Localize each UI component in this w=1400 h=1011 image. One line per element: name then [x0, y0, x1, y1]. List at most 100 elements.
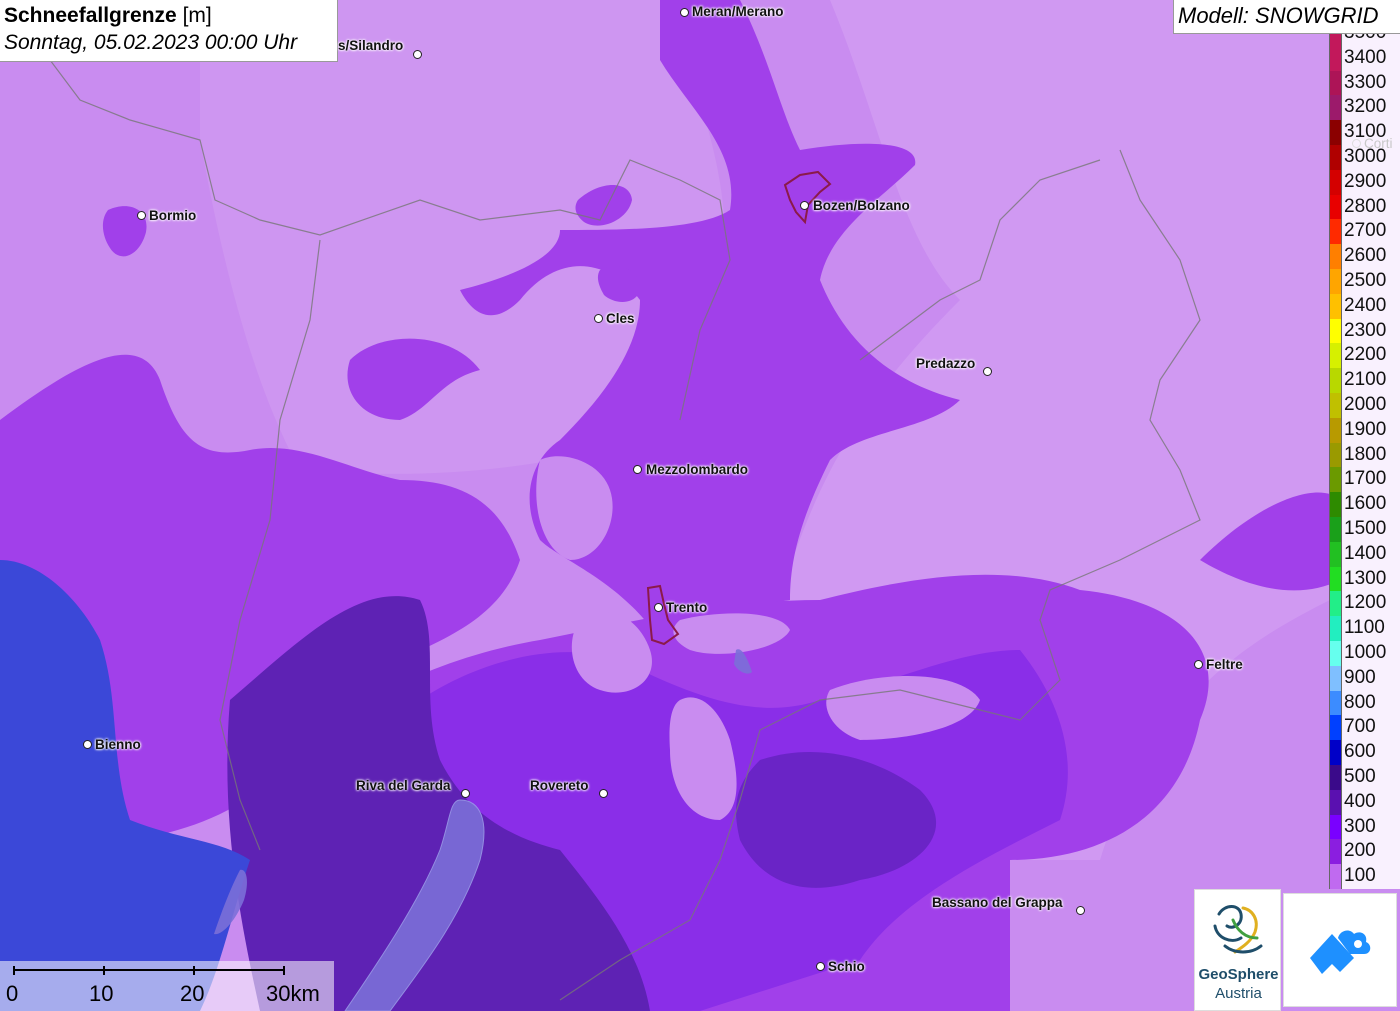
- legend-swatch-1000: [1329, 641, 1342, 666]
- legend-swatch-2600: [1329, 244, 1342, 269]
- legend-label-1000: 1000: [1344, 642, 1387, 663]
- city-marker-predazzo[interactable]: [983, 367, 992, 376]
- legend-swatch-1900: [1329, 417, 1342, 443]
- legend-row-500: 500: [1329, 765, 1400, 790]
- legend-label-200: 200: [1344, 840, 1376, 862]
- legend-swatch-1600: [1329, 492, 1342, 517]
- legend-swatch-1500: [1329, 517, 1342, 542]
- legend-swatch-300: [1329, 814, 1342, 840]
- city-label-rovereto: Rovereto: [530, 778, 589, 793]
- legend-swatch-600: [1329, 740, 1342, 765]
- legend-row-1500: 1500: [1329, 517, 1400, 542]
- legend-label-700: 700: [1344, 716, 1376, 738]
- legend-label-2900: 2900: [1344, 170, 1387, 192]
- legend-row-1900: 1900: [1329, 417, 1400, 443]
- legend-swatch-2700: [1329, 219, 1342, 245]
- legend-row-2500: 2500: [1329, 269, 1400, 294]
- legend-label-1800: 1800: [1344, 443, 1387, 465]
- legend-row-400: 400: [1329, 789, 1400, 815]
- city-marker-schio[interactable]: [816, 962, 825, 971]
- legend-row-3300: 3300: [1329, 70, 1400, 96]
- legend-label-600: 600: [1344, 741, 1376, 763]
- parameter-unit: [m]: [182, 4, 212, 27]
- city-marker-bozen-bolzano[interactable]: [800, 201, 809, 210]
- scale-label-10: 10: [89, 981, 114, 1006]
- legend-label-2700: 2700: [1344, 220, 1387, 242]
- city-marker-trento[interactable]: [654, 603, 663, 612]
- legend-swatch-200: [1329, 839, 1342, 865]
- map-canvas[interactable]: [0, 0, 1400, 1011]
- legend-label-3200: 3200: [1344, 96, 1387, 118]
- legend-row-1000: 1000: [1329, 641, 1400, 666]
- legend-swatch-400: [1329, 789, 1342, 815]
- legend-swatch-1700: [1329, 467, 1342, 493]
- legend-row-1400: 1400: [1329, 541, 1400, 567]
- city-label-bassano-del-grappa: Bassano del Grappa: [932, 895, 1063, 910]
- legend-row-3400: 3400: [1329, 45, 1400, 71]
- legend-row-2000: 2000: [1329, 393, 1400, 418]
- legend-label-900: 900: [1344, 666, 1376, 688]
- legend-swatch-800: [1329, 690, 1342, 716]
- city-marker-s-silandro[interactable]: [413, 50, 422, 59]
- legend-row-300: 300: [1329, 814, 1400, 840]
- legend-label-1200: 1200: [1344, 592, 1387, 614]
- legend-label-2800: 2800: [1344, 195, 1387, 217]
- city-label-bienno: Bienno: [95, 737, 141, 752]
- legend-label-1600: 1600: [1344, 493, 1387, 515]
- legend-label-2300: 2300: [1344, 319, 1387, 341]
- city-label-s-silandro: s/Silandro: [338, 38, 404, 53]
- city-marker-feltre[interactable]: [1194, 660, 1203, 669]
- legend-label-100: 100: [1344, 865, 1376, 887]
- geosphere-logo[interactable]: GeoSphere Austria: [1194, 889, 1281, 1011]
- legend-row-2100: 2100: [1329, 368, 1400, 393]
- legend-swatch-1100: [1329, 616, 1342, 641]
- legend-swatch-500: [1329, 765, 1342, 790]
- legend-label-2200: 2200: [1344, 344, 1387, 366]
- legend-label-1900: 1900: [1344, 418, 1387, 440]
- map-title: Schneefallgrenze [m]: [4, 3, 333, 29]
- legend-swatch-3000: [1329, 145, 1342, 170]
- legend-label-400: 400: [1344, 790, 1376, 812]
- legend-label-2000: 2000: [1344, 394, 1387, 415]
- city-label-trento: Trento: [666, 600, 708, 615]
- legend-label-2100: 2100: [1344, 369, 1387, 391]
- legend-row-1800: 1800: [1329, 442, 1400, 468]
- city-label-cles: Cles: [606, 311, 635, 326]
- legend-swatch-2900: [1329, 169, 1342, 195]
- city-marker-meran-merano[interactable]: [680, 8, 689, 17]
- city-label-bozen-bolzano: Bozen/Bolzano: [813, 198, 910, 213]
- app-logo[interactable]: [1283, 893, 1397, 1007]
- legend-row-1300: 1300: [1329, 566, 1400, 592]
- legend-label-1100: 1100: [1344, 617, 1385, 639]
- city-marker-cles[interactable]: [594, 314, 603, 323]
- legend-label-1400: 1400: [1344, 542, 1387, 564]
- legend-swatch-2500: [1329, 269, 1342, 294]
- legend-row-1700: 1700: [1329, 467, 1400, 493]
- legend-swatch-3300: [1329, 70, 1342, 96]
- legend-row-3200: 3200: [1329, 95, 1400, 121]
- legend-row-2600: 2600: [1329, 244, 1400, 269]
- city-marker-bienno[interactable]: [83, 740, 92, 749]
- legend-row-3500: 3500: [1329, 34, 1400, 46]
- legend-swatch-2100: [1329, 368, 1342, 393]
- legend-row-800: 800: [1329, 690, 1400, 716]
- city-marker-rovereto[interactable]: [599, 789, 608, 798]
- legend-row-2200: 2200: [1329, 343, 1400, 369]
- legend-label-500: 500: [1344, 766, 1376, 787]
- legend-row-2300: 2300: [1329, 318, 1400, 344]
- city-marker-bormio[interactable]: [137, 211, 146, 220]
- city-label-schio: Schio: [828, 959, 865, 974]
- legend-swatch-2800: [1329, 194, 1342, 220]
- legend-swatch-3200: [1329, 95, 1342, 121]
- geosphere-emblem-icon: [1213, 905, 1263, 954]
- legend-swatch-2300: [1329, 318, 1342, 344]
- city-marker-riva-del-garda[interactable]: [461, 789, 470, 798]
- legend-swatch-900: [1329, 665, 1342, 691]
- legend-swatch-700: [1329, 715, 1342, 741]
- city-marker-corti[interactable]: [1352, 139, 1361, 148]
- city-label-riva-del-garda: Riva del Garda: [356, 778, 451, 793]
- legend-row-600: 600: [1329, 740, 1400, 765]
- city-marker-bassano-del-grappa[interactable]: [1076, 906, 1085, 915]
- city-marker-mezzolombardo[interactable]: [633, 465, 642, 474]
- legend-label-2600: 2600: [1344, 245, 1387, 267]
